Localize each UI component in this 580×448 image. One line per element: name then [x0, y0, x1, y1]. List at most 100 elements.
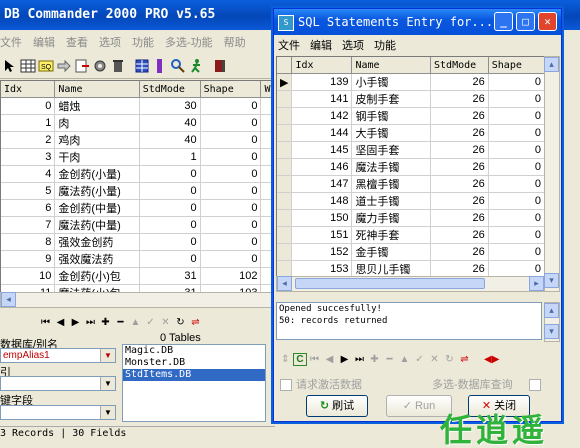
table-row[interactable]: 5 魔法药(小量) 0 0	[1, 182, 275, 200]
table-cell[interactable]: 26	[430, 141, 489, 159]
table-cell[interactable]: 蜡烛	[54, 97, 140, 115]
table-cell[interactable]: 144	[291, 124, 353, 142]
table-cell[interactable]: 鸡肉	[54, 131, 140, 149]
table-row[interactable]: 4 金创药(小量) 0 0	[1, 165, 275, 183]
scroll-thumb[interactable]	[295, 278, 485, 289]
table-cell[interactable]: 0	[139, 165, 201, 183]
column-header-shape[interactable]: Shape	[488, 57, 545, 74]
table-cell[interactable]: 30	[139, 97, 201, 115]
column-header-idx[interactable]: Idx	[1, 81, 56, 98]
table-cell[interactable]: 钢手镯	[351, 107, 432, 125]
table-cell[interactable]: 0	[200, 97, 262, 115]
table-cell[interactable]: 9	[1, 250, 56, 268]
table-cell[interactable]: 3	[1, 148, 56, 166]
chevron-down-icon[interactable]: ▼	[100, 349, 115, 362]
table-cell[interactable]: 102	[200, 267, 262, 285]
table-cell[interactable]: 5	[1, 182, 56, 200]
table-cell[interactable]: 0	[488, 243, 545, 261]
table-cell[interactable]: 148	[291, 192, 353, 210]
filter-icon[interactable]: ⇌	[457, 354, 472, 365]
import-icon[interactable]	[74, 58, 90, 74]
table-cell[interactable]: 魔法药(中量)	[54, 216, 140, 234]
menu-file[interactable]: 文件	[0, 37, 22, 49]
table-cell[interactable]: 0	[139, 182, 201, 200]
table-cell[interactable]: 0	[488, 124, 545, 142]
table-cell[interactable]: 道士手镯	[351, 192, 432, 210]
first-record-icon[interactable]: ⏮	[307, 354, 322, 365]
table-icon[interactable]	[134, 58, 150, 74]
column-header-stdmode[interactable]: StdMode	[139, 81, 201, 98]
search-icon[interactable]	[170, 58, 186, 74]
table-cell[interactable]: 金手镯	[351, 243, 432, 261]
horizontal-scrollbar[interactable]: ◂	[0, 292, 276, 308]
db-alias-select[interactable]: empAlias1 ▼	[0, 348, 116, 363]
table-list-item-selected[interactable]: StdItems.DB	[123, 369, 265, 381]
table-cell[interactable]: 0	[139, 216, 201, 234]
next-record-icon[interactable]: ▶	[68, 317, 83, 328]
delete-record-icon[interactable]: ━	[382, 354, 397, 365]
run-person-icon[interactable]	[188, 58, 204, 74]
table-cell[interactable]: 金创药(小)包	[54, 267, 140, 285]
table-cell[interactable]: 0	[488, 175, 545, 193]
table-cell[interactable]: 0	[200, 233, 262, 251]
table-cell[interactable]: 26	[430, 226, 489, 244]
scroll-down-icon[interactable]: ▾	[544, 273, 559, 288]
table-cell[interactable]: 魔法药(小量)	[54, 182, 140, 200]
scroll-up-icon[interactable]: ▴	[544, 57, 559, 72]
insert-record-icon[interactable]: ✚	[367, 354, 382, 365]
table-cell[interactable]: 26	[430, 243, 489, 261]
first-record-icon[interactable]: ⏮	[38, 317, 53, 328]
filter-icon[interactable]: ⇌	[188, 317, 203, 328]
table-row[interactable]: 152 金手镯 26 0	[277, 243, 545, 261]
checkbox-box[interactable]	[280, 379, 292, 392]
table-cell[interactable]: 26	[430, 209, 489, 227]
table-cell[interactable]: 150	[291, 209, 353, 227]
scroll-left-icon[interactable]: ◂	[277, 276, 292, 291]
table-cell[interactable]: 26	[430, 124, 489, 142]
trash-icon[interactable]	[110, 58, 126, 74]
table-cell[interactable]: 0	[200, 216, 262, 234]
table-cell[interactable]: 黑檀手镯	[351, 175, 432, 193]
scroll-left-icon[interactable]: ◂	[1, 292, 16, 307]
menu-view[interactable]: 查看	[66, 37, 88, 49]
checkbox-box[interactable]	[528, 379, 541, 392]
table-cell[interactable]: 2	[1, 131, 56, 149]
table-cell[interactable]: 0	[200, 114, 262, 132]
chevron-down-icon[interactable]: ▼	[100, 406, 115, 419]
table-cell[interactable]: 0	[139, 233, 201, 251]
table-cell[interactable]: 151	[291, 226, 353, 244]
pointer-icon[interactable]	[2, 58, 18, 74]
table-cell[interactable]: 1	[139, 148, 201, 166]
table-cell[interactable]: 0	[488, 260, 545, 277]
table-cell[interactable]: 0	[200, 182, 262, 200]
menu-options[interactable]: 选项	[99, 37, 121, 49]
table-cell[interactable]: 147	[291, 175, 353, 193]
arrow-right-icon[interactable]	[56, 58, 72, 74]
menu-multi-functions[interactable]: 多选-功能	[165, 37, 213, 49]
prior-record-icon[interactable]: ◀	[53, 317, 68, 328]
maximize-icon[interactable]: □	[516, 12, 535, 31]
table-row[interactable]: 142 钢手镯 26 0	[277, 107, 545, 125]
table-cell[interactable]: 0	[139, 250, 201, 268]
table-row[interactable]: 145 坚固手套 26 0	[277, 141, 545, 159]
table-row[interactable]: 7 魔法药(中量) 0 0	[1, 216, 275, 234]
cancel-record-icon[interactable]: ✕	[427, 354, 442, 365]
table-cell[interactable]: 0	[488, 90, 545, 108]
table-row[interactable]: 1 肉 40 0	[1, 114, 275, 132]
sql-icon[interactable]: SQ	[38, 58, 54, 74]
table-cell[interactable]: 152	[291, 243, 353, 261]
sql-menu-file[interactable]: 文件	[278, 40, 300, 52]
table-cell[interactable]: 26	[430, 175, 489, 193]
table-cell[interactable]: 0	[488, 192, 545, 210]
table-cell[interactable]: 皮制手套	[351, 90, 432, 108]
multi-query-checkbox[interactable]: 多选-数据库查询	[432, 376, 545, 392]
prior-record-icon[interactable]: ◀	[322, 354, 337, 365]
table-cell[interactable]: 0	[488, 107, 545, 125]
menu-functions[interactable]: 功能	[132, 37, 154, 49]
last-record-icon[interactable]: ⏭	[83, 317, 98, 328]
table-cell[interactable]: 魔法手镯	[351, 158, 432, 176]
table-cell[interactable]: 0	[139, 199, 201, 217]
table-row[interactable]: 151 死神手套 26 0	[277, 226, 545, 244]
table-cell[interactable]: 26	[430, 107, 489, 125]
edit-record-icon[interactable]: ▲	[128, 317, 143, 328]
